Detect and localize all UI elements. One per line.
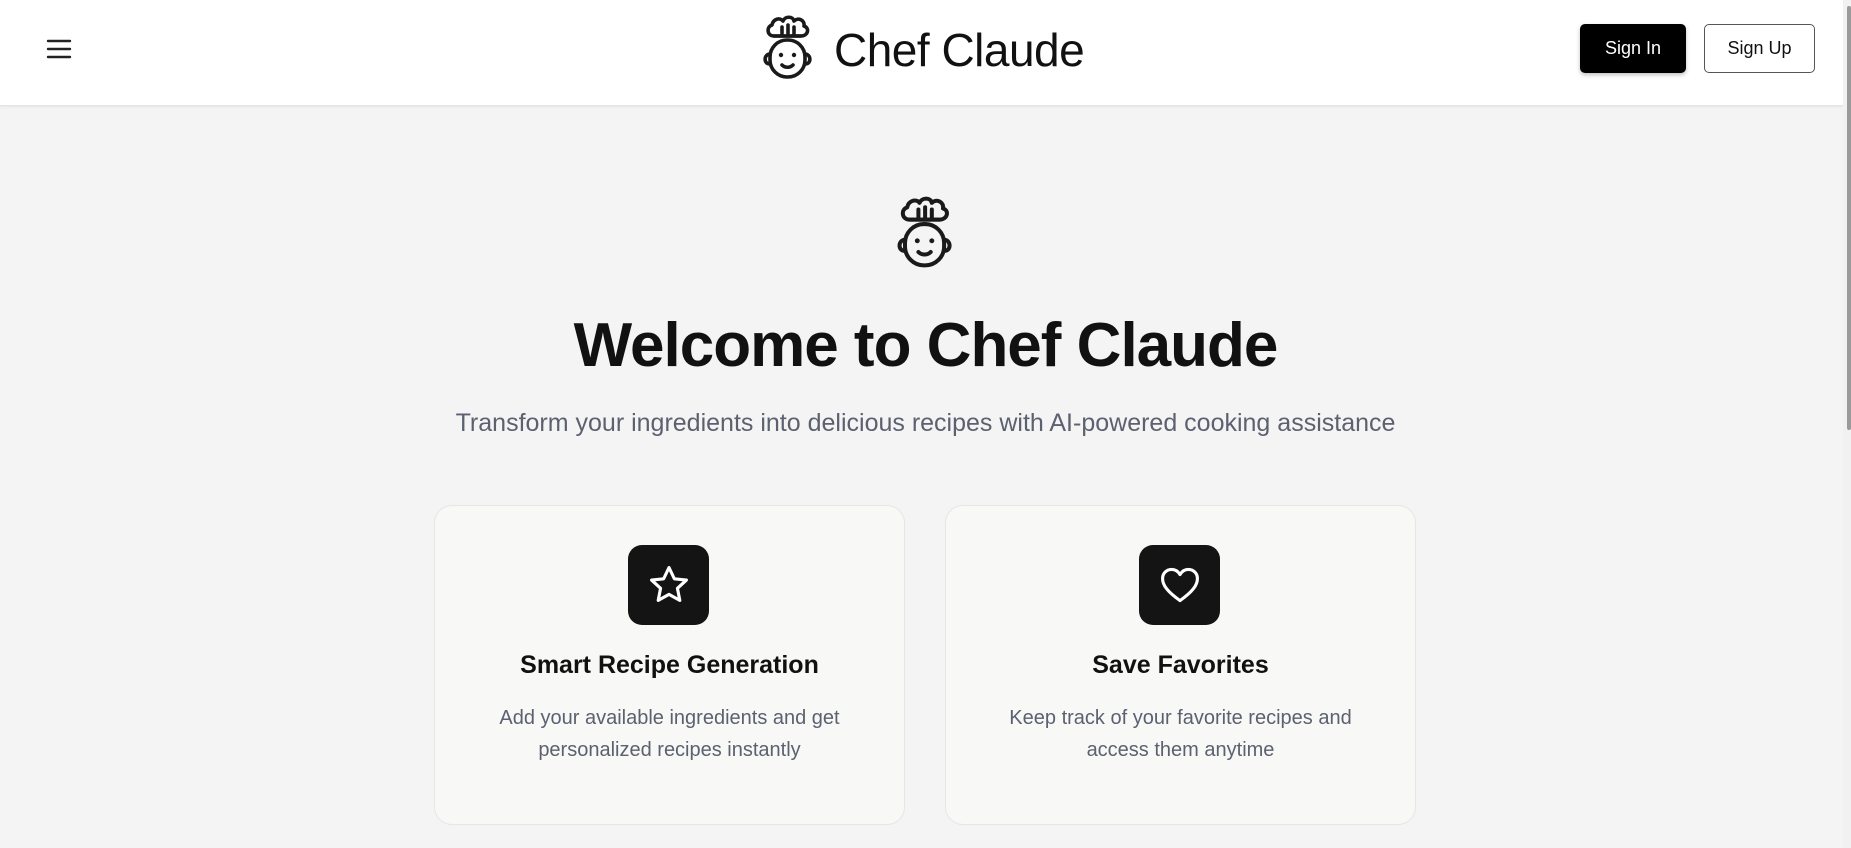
page-subtitle: Transform your ingredients into deliciou…	[455, 409, 1396, 437]
sign-up-button[interactable]: Sign Up	[1704, 24, 1815, 73]
chef-robot-icon	[758, 14, 816, 87]
heart-icon	[1139, 545, 1220, 625]
feature-description: Keep track of your favorite recipes and …	[1009, 707, 1352, 761]
top-navigation-bar: Chef Claude Sign In Sign Up	[0, 0, 1851, 106]
feature-card-save-favorites: Save Favorites Keep track of your favori…	[945, 505, 1416, 825]
star-icon	[628, 545, 709, 625]
sign-in-button[interactable]: Sign In	[1580, 24, 1686, 73]
chef-robot-icon	[891, 195, 957, 271]
feature-card-smart-recipe: Smart Recipe Generation Add your availab…	[434, 505, 905, 825]
brand-title: Chef Claude	[834, 24, 1085, 76]
feature-description: Add your available ingredients and get p…	[499, 707, 840, 761]
feature-title: Smart Recipe Generation	[520, 651, 819, 679]
page-title: Welcome to Chef Claude	[573, 311, 1279, 380]
hamburger-menu-icon[interactable]	[42, 34, 76, 64]
feature-title: Save Favorites	[1092, 651, 1269, 679]
brand-home-link[interactable]: Chef Claude	[758, 14, 1085, 87]
